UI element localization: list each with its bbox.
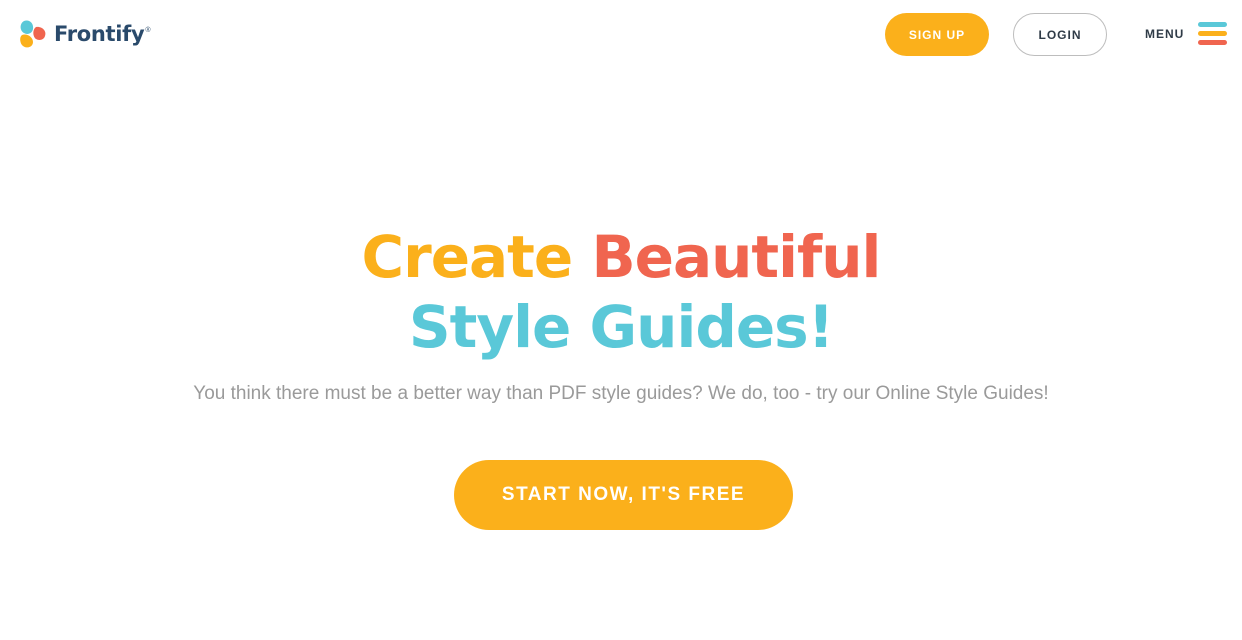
hero-subtitle: You think there must be a better way tha… [193, 383, 1049, 404]
hero-title-word-beautiful: Beautiful [591, 223, 881, 291]
login-button[interactable]: LOGIN [1013, 13, 1107, 56]
hero-title: Create Beautiful Style Guides! [0, 222, 1242, 362]
hero-title-line-style-guides: Style Guides! [408, 293, 834, 361]
hero-title-word-create: Create [361, 223, 574, 291]
registered-mark: ® [145, 26, 151, 34]
frontify-logo-icon [20, 20, 46, 48]
menu-label: MENU [1145, 27, 1185, 41]
start-now-button[interactable]: START NOW, IT'S FREE [454, 460, 793, 530]
menu-toggle[interactable]: MENU [1145, 18, 1228, 50]
logo-wordmark: Frontify [54, 22, 145, 46]
hamburger-icon [1198, 20, 1228, 48]
frontify-logo[interactable]: Frontify ® [18, 18, 151, 50]
site-header: Frontify ® SIGN UP LOGIN MENU [0, 0, 1242, 70]
sign-up-button[interactable]: SIGN UP [885, 13, 989, 56]
